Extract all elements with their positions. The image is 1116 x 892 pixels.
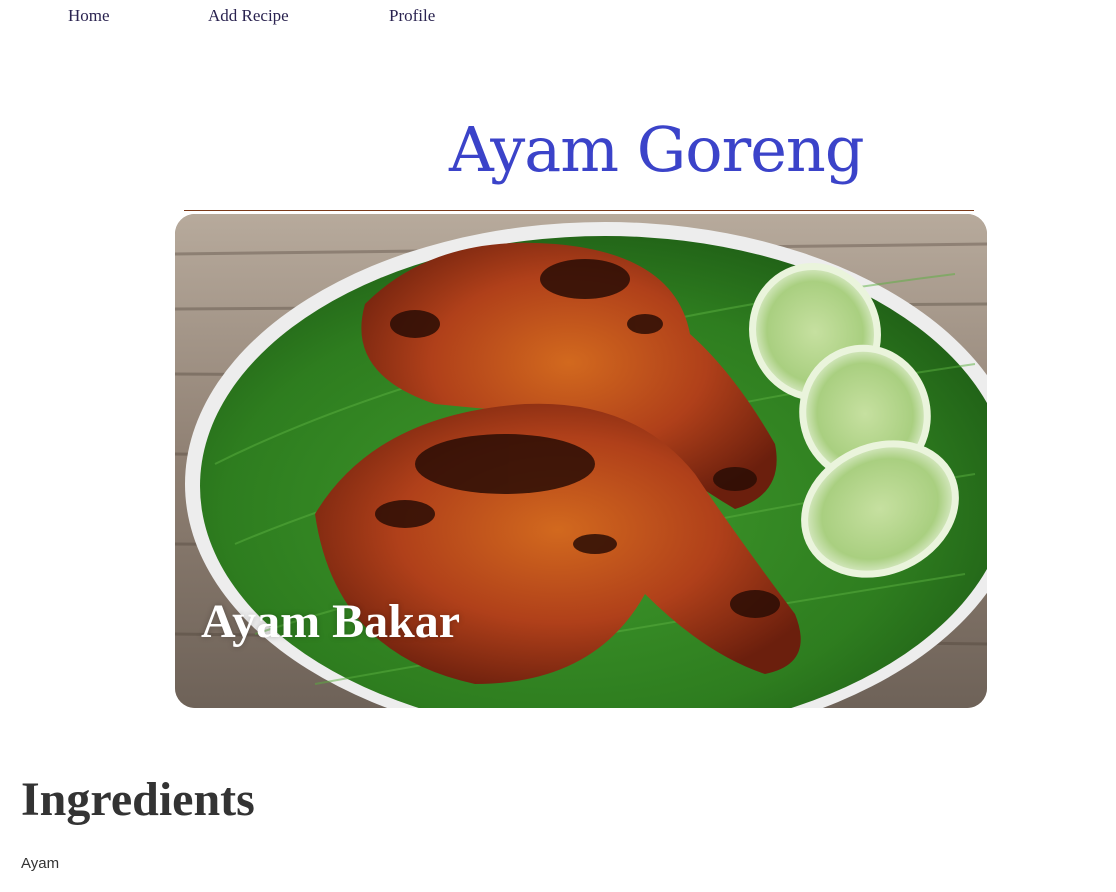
recipe-title: Ayam Goreng [449, 113, 865, 186]
title-divider [184, 210, 974, 211]
image-caption: Ayam Bakar [201, 595, 461, 648]
ingredients-heading: Ingredients [21, 773, 255, 826]
nav-home-link[interactable]: Home [68, 6, 110, 26]
ingredient-item: Ayam [21, 855, 60, 872]
ingredients-list: Ayam [21, 854, 59, 874]
nav-add-recipe-link[interactable]: Add Recipe [208, 6, 289, 26]
nav-profile-link[interactable]: Profile [389, 6, 435, 26]
recipe-image: Ayam Bakar [175, 214, 987, 708]
